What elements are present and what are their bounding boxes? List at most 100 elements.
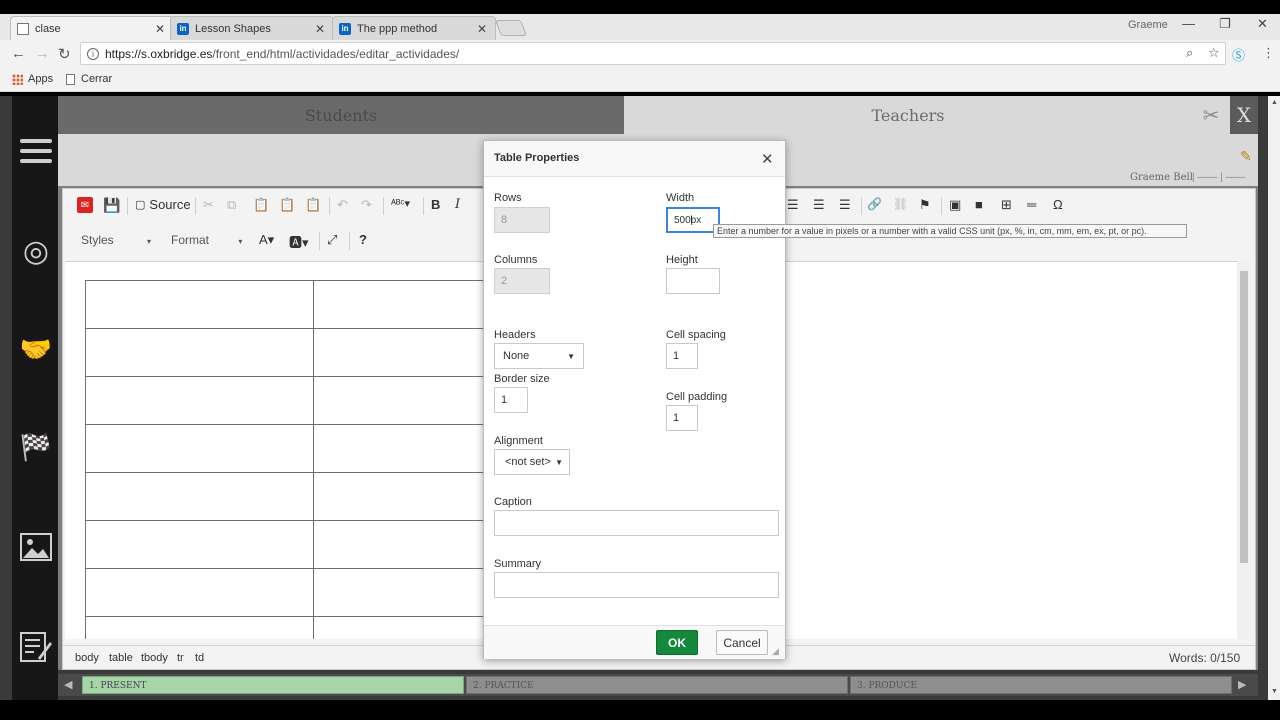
close-editor-button[interactable]: X — [1230, 96, 1258, 134]
horizontal-rule-icon[interactable]: ═ — [1027, 197, 1036, 212]
hamburger-menu-icon[interactable] — [18, 134, 54, 168]
table-cell[interactable] — [85, 280, 314, 329]
editor-scrollbar[interactable] — [1237, 261, 1251, 639]
ok-button[interactable]: OK — [656, 630, 698, 655]
unlink-icon[interactable]: ⛓ — [893, 197, 908, 211]
caption-field[interactable] — [494, 510, 779, 536]
minimize-icon[interactable]: — — [1182, 16, 1195, 31]
source-button[interactable]: ▢ Source — [135, 197, 191, 212]
table-cell[interactable] — [85, 568, 314, 617]
table-cell[interactable] — [85, 328, 314, 377]
resize-handle-icon[interactable]: ◢ — [772, 646, 779, 657]
tab-students[interactable]: Students — [58, 96, 624, 134]
target-icon[interactable]: ◎ — [18, 234, 54, 268]
browser-tab-clase[interactable]: clase ✕ — [10, 16, 174, 40]
browser-tab-ppp-method[interactable]: in The ppp method ✕ — [332, 16, 496, 40]
paste-icon[interactable]: 📋 — [253, 197, 269, 213]
save-icon[interactable]: 💾 — [103, 197, 120, 214]
menu-dots-icon[interactable]: ⋮ — [1262, 45, 1275, 61]
summary-field[interactable] — [494, 572, 779, 598]
zoom-icon[interactable]: ⌕ — [1186, 45, 1193, 61]
copy-icon[interactable]: ⧉ — [227, 197, 236, 213]
table-cell[interactable] — [85, 472, 314, 521]
paste-text-icon[interactable]: 📋 — [279, 197, 295, 213]
stage-present[interactable]: 1. PRESENT — [82, 676, 464, 694]
bookmark-apps[interactable]: Apps — [12, 73, 53, 85]
video-icon[interactable]: ■ — [975, 197, 983, 212]
new-tab-button[interactable] — [495, 20, 527, 36]
checkered-flag-icon[interactable]: 🏁 — [18, 430, 54, 464]
paste-word-icon[interactable]: 📋 — [305, 197, 321, 213]
skype-icon[interactable]: Ⓢ — [1232, 45, 1245, 64]
stage-practice[interactable]: 2. PRACTICE — [466, 676, 848, 694]
reload-icon[interactable]: ↻ — [58, 45, 71, 63]
align-center-icon[interactable]: ☰ — [787, 197, 799, 213]
close-tab-icon[interactable]: ✕ — [477, 22, 487, 36]
window-user-label[interactable]: Graeme — [1128, 19, 1168, 31]
path-body[interactable]: body — [75, 652, 99, 664]
alignment-select[interactable]: <not set> ▼ — [494, 449, 570, 475]
stage-produce[interactable]: 3. PRODUCE — [850, 676, 1232, 694]
page-scrollbar[interactable]: ▲ ▼ — [1268, 96, 1280, 700]
justify-icon[interactable]: ☰ — [839, 197, 851, 213]
cancel-button[interactable]: Cancel — [716, 630, 768, 655]
special-char-icon[interactable]: Ω — [1053, 197, 1063, 212]
path-tr[interactable]: tr — [177, 652, 184, 664]
path-td[interactable]: td — [195, 652, 204, 664]
spellcheck-icon[interactable]: ᴬᴮᶜ▾ — [391, 197, 410, 210]
scissors-icon[interactable]: ✂ — [1192, 96, 1230, 134]
browser-tab-lesson-shapes[interactable]: in Lesson Shapes ✕ — [170, 16, 334, 40]
table-cell[interactable] — [85, 520, 314, 569]
back-icon[interactable]: ← — [11, 45, 26, 62]
text-color-icon[interactable]: A▾ — [259, 232, 274, 248]
scroll-down-icon[interactable]: ▼ — [1271, 688, 1278, 695]
table-cell[interactable] — [85, 376, 314, 425]
close-tab-icon[interactable]: ✕ — [155, 22, 165, 36]
content-table[interactable] — [85, 280, 542, 639]
maximize-icon[interactable]: ❐ — [1219, 16, 1231, 32]
handshake-icon[interactable]: 🤝 — [18, 332, 54, 366]
italic-button[interactable]: I — [455, 197, 460, 212]
help-icon[interactable]: ? — [359, 232, 367, 247]
undo-icon[interactable]: ↶ — [337, 197, 348, 213]
close-tab-icon[interactable]: ✕ — [315, 22, 325, 36]
next-arrow-icon[interactable]: ▶ — [1238, 678, 1246, 691]
redo-icon[interactable]: ↷ — [361, 197, 372, 213]
height-field[interactable] — [666, 268, 720, 294]
tab-teachers[interactable]: Teachers — [624, 96, 1192, 134]
window-close-icon[interactable]: ✕ — [1257, 16, 1268, 32]
anchor-flag-icon[interactable]: ⚑ — [919, 197, 931, 213]
template-icon[interactable]: ✉ — [77, 197, 93, 213]
scroll-thumb[interactable] — [1240, 271, 1248, 563]
prev-arrow-icon[interactable]: ◀ — [64, 678, 72, 691]
path-table[interactable]: table — [109, 652, 133, 664]
image-icon[interactable] — [18, 530, 54, 564]
cell-spacing-field[interactable]: 1 — [666, 343, 698, 369]
maximize-editor-icon[interactable]: ⤢ — [327, 232, 337, 248]
edit-list-icon[interactable] — [18, 630, 54, 664]
cell-padding-field[interactable]: 1 — [666, 405, 698, 431]
cut-icon[interactable]: ✂ — [203, 197, 214, 213]
pencil-icon[interactable]: ✎ — [1240, 148, 1252, 165]
link-icon[interactable]: 🔗 — [867, 197, 882, 211]
bold-button[interactable]: B — [431, 197, 440, 212]
headers-select[interactable]: None ▼ — [494, 343, 584, 369]
rows-field[interactable]: 8 — [494, 207, 550, 233]
image-icon[interactable]: ▣ — [949, 197, 961, 213]
star-icon[interactable]: ☆ — [1208, 45, 1220, 61]
path-tbody[interactable]: tbody — [141, 652, 168, 664]
address-bar[interactable]: i https://s.oxbridge.es /front_end/html/… — [80, 42, 1226, 65]
close-icon[interactable]: ✕ — [761, 150, 774, 168]
bookmark-cerrar[interactable]: Cerrar — [66, 73, 112, 85]
align-right-icon[interactable]: ☰ — [813, 197, 825, 213]
table-cell[interactable] — [85, 616, 314, 639]
info-icon[interactable]: i — [87, 47, 99, 60]
forward-icon[interactable]: → — [35, 45, 50, 62]
table-cell[interactable] — [85, 424, 314, 473]
border-size-field[interactable]: 1 — [494, 387, 528, 413]
format-dropdown[interactable]: Format ▾ — [171, 233, 242, 247]
columns-field[interactable]: 2 — [494, 268, 550, 294]
scroll-up-icon[interactable]: ▲ — [1271, 99, 1278, 106]
background-color-icon[interactable]: 🅰▾ — [289, 232, 309, 251]
table-icon[interactable]: ⊞ — [1001, 197, 1012, 213]
